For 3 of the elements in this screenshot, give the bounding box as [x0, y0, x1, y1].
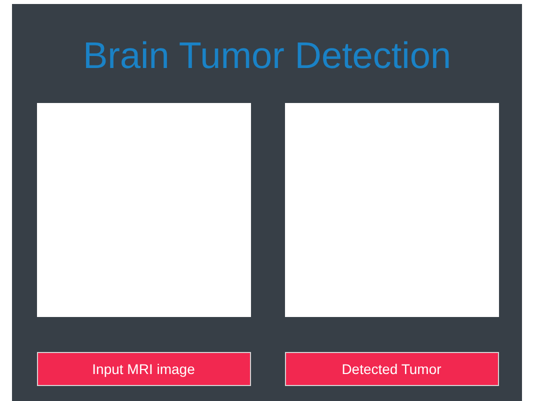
- app-title: Brain Tumor Detection: [82, 34, 452, 78]
- action-button[interactable]: Input MRI image: [36, 352, 250, 386]
- action-button[interactable]: Detected Tumor: [284, 352, 498, 386]
